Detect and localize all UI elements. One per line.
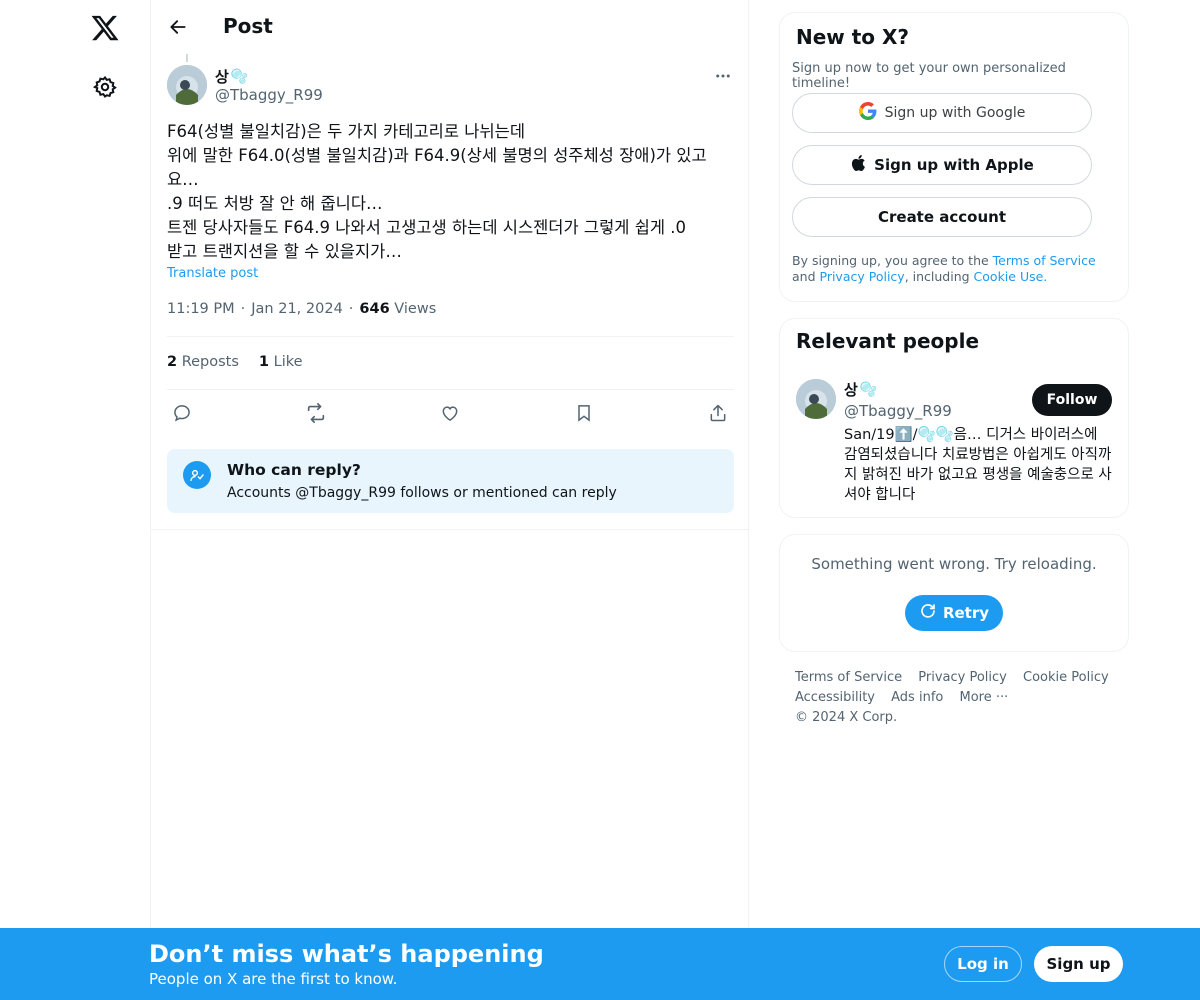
- relevant-people-card: Relevant people 상 🫧 @Tbaggy_R99 Follow S…: [779, 318, 1129, 518]
- author-avatar[interactable]: [167, 65, 207, 105]
- post-meta: 11:19 PM · Jan 21, 2024 · 646 Views: [167, 301, 436, 317]
- google-logo-icon: [858, 102, 877, 124]
- footer-privacy-link[interactable]: Privacy Policy: [918, 670, 1007, 685]
- footer-links: Terms of Service Privacy Policy Cookie P…: [795, 668, 1125, 728]
- banner-title: Don’t miss what’s happening: [149, 940, 544, 968]
- privacy-link[interactable]: Privacy Policy: [820, 269, 905, 284]
- main-column: Post 상 🫧 @Tbaggy_R99 F64(성별 불일치감)은 두 가지 …: [150, 0, 750, 1000]
- person-bio: San/19⬆️/🫧🫧음… 디거스 바이러스에 감염되셨습니다 치료방법은 아쉽…: [844, 427, 1112, 503]
- who-can-reply-title: Who can reply?: [227, 461, 361, 479]
- gear-icon[interactable]: [92, 75, 117, 99]
- create-account-label: Create account: [877, 208, 1006, 226]
- sign-up-google-label: Sign up with Google: [884, 105, 1026, 121]
- new-to-x-title: New to X?: [796, 25, 910, 49]
- arrow-left-icon[interactable]: [165, 14, 191, 40]
- person-name[interactable]: 상 🫧: [844, 379, 877, 400]
- new-to-x-card: New to X? Sign up now to get your own pe…: [779, 12, 1129, 302]
- author-name[interactable]: 상 🫧: [215, 66, 248, 87]
- legal-prefix: By signing up, you agree to the: [792, 253, 993, 268]
- banner-subtitle: People on X are the first to know.: [149, 970, 398, 988]
- sign-up-google-button[interactable]: Sign up with Google: [792, 93, 1092, 133]
- post-date[interactable]: Jan 21, 2024: [251, 301, 343, 317]
- legal-and: and: [792, 269, 820, 284]
- person-handle[interactable]: @Tbaggy_R99: [844, 402, 952, 420]
- translate-post-link[interactable]: Translate post: [167, 266, 258, 281]
- divider: [167, 389, 734, 390]
- views-label: Views: [394, 301, 437, 317]
- likes-count: 1: [258, 354, 270, 370]
- post-text-line: 위에 말한 F64.0(성별 불일치감)과 F64.9(상세 불명의 성주체성 …: [167, 146, 707, 165]
- reposts-count: 2: [167, 354, 178, 370]
- post-time[interactable]: 11:19 PM: [167, 301, 235, 317]
- terms-link[interactable]: Terms of Service: [993, 253, 1096, 268]
- footer-accessibility-link[interactable]: Accessibility: [795, 690, 875, 705]
- sign-up-apple-button[interactable]: Sign up with Apple: [792, 145, 1092, 185]
- share-icon[interactable]: [705, 400, 731, 426]
- apple-logo-icon: [850, 154, 866, 176]
- post-actions: [167, 400, 734, 426]
- new-to-x-subtitle: Sign up now to get your own personalized…: [792, 61, 1066, 91]
- log-in-button[interactable]: Log in: [944, 946, 1022, 982]
- page-title: Post: [223, 14, 273, 38]
- likes-stat[interactable]: 1 Like: [259, 354, 303, 370]
- sign-up-button[interactable]: Sign up: [1034, 946, 1123, 982]
- trends-error-card: Something went wrong. Try reloading. Ret…: [779, 534, 1129, 652]
- left-nav: [0, 0, 150, 1000]
- reply-icon[interactable]: [169, 400, 195, 426]
- author-handle[interactable]: @Tbaggy_R99: [215, 86, 323, 104]
- retry-button[interactable]: Retry: [905, 595, 1003, 631]
- person-avatar[interactable]: [796, 379, 836, 419]
- create-account-button[interactable]: Create account: [792, 197, 1092, 237]
- footer-cookie-link[interactable]: Cookie Policy: [1023, 670, 1109, 685]
- sign-up-apple-label: Sign up with Apple: [874, 156, 1034, 174]
- legal-notice: By signing up, you agree to the Terms of…: [792, 253, 1118, 285]
- repost-icon[interactable]: [303, 400, 329, 426]
- thread-connector-line: [186, 54, 188, 62]
- retry-label: Retry: [942, 604, 990, 622]
- post-text-line: 요…: [167, 170, 199, 189]
- engagement-stats: 2 Reposts 1 Like: [167, 354, 303, 370]
- relevant-people-title: Relevant people: [796, 329, 980, 353]
- error-message: Something went wrong. Try reloading.: [811, 555, 1097, 573]
- post-header: Post: [151, 0, 750, 54]
- post-text: F64(성별 불일치감)은 두 가지 카테고리로 나뉘는데 위에 말한 F64.…: [167, 120, 735, 264]
- x-logo-icon[interactable]: [90, 13, 120, 43]
- meta-separator: ·: [348, 301, 354, 317]
- divider: [167, 336, 734, 337]
- views-stat: 646 Views: [359, 301, 436, 317]
- person-display-name: 상: [844, 381, 858, 399]
- views-count: 646: [359, 301, 390, 317]
- author-display-name: 상: [215, 68, 229, 86]
- signup-banner: Don’t miss what’s happening People on X …: [0, 928, 1200, 1000]
- reposts-label: Reposts: [181, 354, 239, 370]
- reposts-stat[interactable]: 2 Reposts: [167, 354, 239, 370]
- follow-button[interactable]: Follow: [1032, 384, 1112, 416]
- legal-including: , including: [904, 269, 974, 284]
- post-text-line: 받고 트랜지션을 할 수 있을지가…: [167, 242, 402, 261]
- likes-label: Like: [273, 354, 303, 370]
- footer-more-link[interactable]: More ···: [959, 690, 1008, 705]
- refresh-icon: [919, 602, 937, 624]
- cookie-use-link[interactable]: Cookie Use.: [974, 269, 1048, 284]
- footer-copyright: © 2024 X Corp.: [795, 710, 898, 725]
- divider: [151, 529, 750, 530]
- post-text-line: F64(성별 불일치감)은 두 가지 카테고리로 나뉘는데: [167, 122, 526, 141]
- bookmark-icon[interactable]: [571, 400, 597, 426]
- bubbles-emoji: 🫧: [230, 68, 249, 85]
- bubbles-emoji: 🫧: [859, 381, 878, 398]
- who-can-reply-box: Who can reply? Accounts @Tbaggy_R99 foll…: [167, 449, 734, 513]
- more-options-icon[interactable]: [713, 66, 733, 86]
- post-text-line: 트젠 당사자들도 F64.9 나와서 고생고생 하는데 시스젠더가 그렇게 쉽게…: [167, 218, 687, 237]
- like-icon[interactable]: [437, 400, 463, 426]
- post-text-line: .9 떠도 처방 잘 안 해 줍니다…: [167, 194, 383, 213]
- mention-check-icon: [183, 461, 211, 489]
- meta-separator: ·: [240, 301, 246, 317]
- footer-terms-link[interactable]: Terms of Service: [795, 670, 902, 685]
- who-can-reply-subtitle: Accounts @Tbaggy_R99 follows or mentione…: [227, 485, 617, 501]
- footer-ads-link[interactable]: Ads info: [891, 690, 943, 705]
